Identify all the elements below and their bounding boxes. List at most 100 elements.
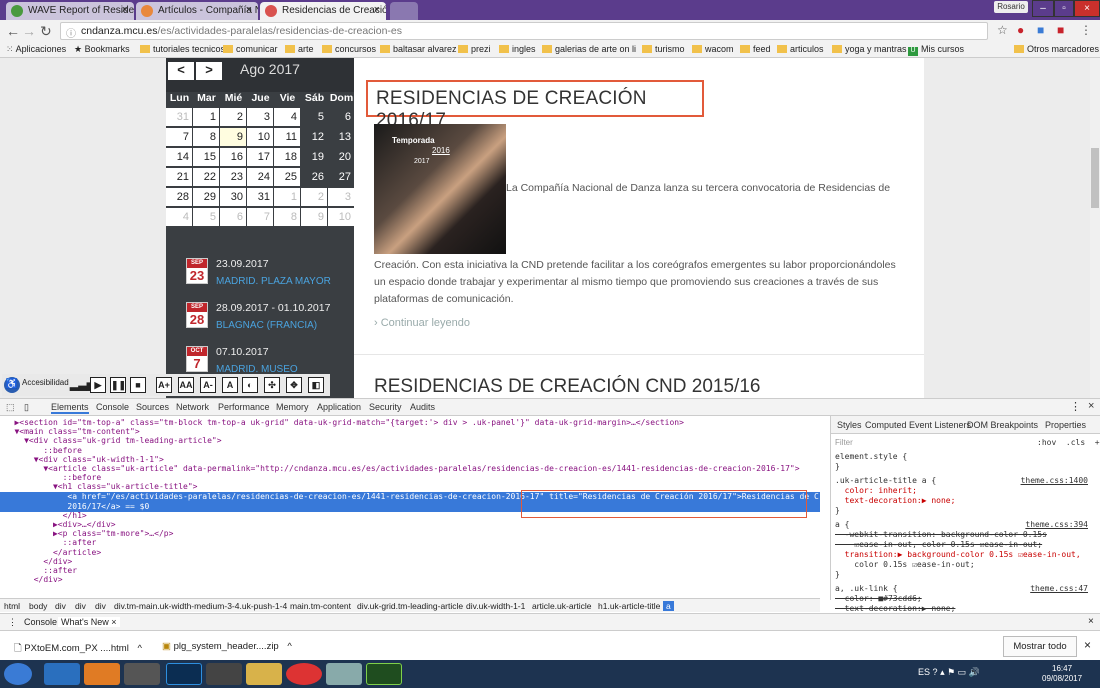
calendar-day[interactable]: 10 <box>247 128 273 146</box>
bookmark-folder[interactable]: wacom <box>692 44 734 54</box>
bookmark-folder[interactable]: yoga y mantras <box>832 44 907 54</box>
calendar-day[interactable]: 19 <box>301 148 327 166</box>
style-rule-line[interactable]: text-decoration:▶ none; <box>835 604 956 613</box>
font-increase-icon[interactable]: A+ <box>156 377 172 393</box>
stylesheet-link[interactable]: theme.css:1400 <box>1021 476 1088 485</box>
font-size-icon[interactable]: AA <box>178 377 194 393</box>
styles-filter-tools[interactable]: :hov .cls + <box>1037 438 1100 447</box>
photoshop-icon[interactable] <box>166 663 202 685</box>
user-profile-badge[interactable]: Rosario <box>994 1 1028 13</box>
breadcrumb-item[interactable]: div <box>55 601 66 611</box>
extension-badge-icon[interactable]: ■ <box>1057 23 1064 37</box>
bookmark-star-icon[interactable]: ☆ <box>997 23 1008 37</box>
tab-network[interactable]: Network <box>176 402 209 412</box>
stop-icon[interactable]: ■ <box>130 377 146 393</box>
stylesheet-link[interactable]: theme.css:394 <box>1025 520 1088 529</box>
breadcrumb-item[interactable]: div.tm-main.uk-width-medium-3-4.uk-push-… <box>114 601 287 611</box>
calendar-day[interactable]: 10 <box>328 208 354 226</box>
tab-performance[interactable]: Performance <box>218 402 270 412</box>
chevron-up-icon[interactable]: ^ <box>137 643 141 654</box>
calendar-day[interactable]: 16 <box>220 148 246 166</box>
event-item[interactable]: SEP 28 28.09.2017 - 01.10.2017 BLAGNAC (F… <box>186 302 354 338</box>
breadcrumb-item[interactable]: main.tm-content <box>290 601 351 611</box>
extension-icon[interactable]: ■ <box>1037 23 1044 37</box>
calendar-day[interactable]: 26 <box>301 168 327 186</box>
device-toggle-icon[interactable]: ▯ <box>24 402 29 413</box>
calendar-day[interactable]: 4 <box>274 108 300 126</box>
calendar-day[interactable]: 13 <box>328 128 354 146</box>
calendar-day[interactable]: 25 <box>274 168 300 186</box>
scrollbar-thumb[interactable] <box>1091 148 1099 208</box>
close-tab-icon[interactable]: × <box>374 4 380 16</box>
tab-properties[interactable]: Properties <box>1045 420 1086 430</box>
dom-node-line[interactable]: ▼<div class="uk-grid tm-leading-article"… <box>0 436 820 445</box>
style-rule-line[interactable]: color: ■#73cdd6; <box>835 594 922 603</box>
maximize-window-icon[interactable]: ▫ <box>1054 0 1074 17</box>
calendar-day[interactable]: 9 <box>220 128 246 146</box>
dom-node-line[interactable]: ▼<div class="uk-width-1-1"> <box>0 455 820 464</box>
dom-node-line[interactable]: </article> <box>0 548 820 557</box>
style-rule-line[interactable]: } <box>835 462 840 471</box>
close-downloads-icon[interactable]: × <box>1084 638 1091 652</box>
calendar-day[interactable]: 18 <box>274 148 300 166</box>
calendar-day[interactable]: 1 <box>274 188 300 206</box>
pause-icon[interactable]: ❚❚ <box>110 377 126 393</box>
tab-computed[interactable]: Computed <box>865 420 907 430</box>
bookmark-folder[interactable]: prezi <box>458 44 491 54</box>
calendar-day[interactable]: 31 <box>166 108 192 126</box>
event-item[interactable]: SEP 23 23.09.2017 MADRID. PLAZA MAYOR <box>186 258 354 294</box>
bookmark-folder[interactable]: articulos <box>777 44 824 54</box>
bookmark-mis-cursos[interactable]: U Mis cursos <box>908 44 964 56</box>
show-all-downloads-button[interactable]: Mostrar todo <box>1003 636 1077 657</box>
download-item[interactable]: ▣ plg_system_header....zip ^ <box>162 641 292 652</box>
calendar-day[interactable]: 28 <box>166 188 192 206</box>
dom-node-line[interactable]: ▶<p class="tm-more">…</p> <box>0 529 820 538</box>
style-rule-line[interactable]: ☑ease-in-out, color 0.15s ☑ease-in-out; <box>835 540 1042 549</box>
calendar-day[interactable]: 29 <box>193 188 219 206</box>
calendar-day[interactable]: 11 <box>274 128 300 146</box>
style-rule-line[interactable]: text-decoration:▶ none; <box>835 496 956 505</box>
calendar-day[interactable]: 15 <box>193 148 219 166</box>
calendar-day[interactable]: 8 <box>193 128 219 146</box>
breadcrumb-item[interactable]: html <box>4 601 20 611</box>
calendar-next-button[interactable]: > <box>196 62 222 80</box>
media-player-icon[interactable] <box>84 663 120 685</box>
dom-node-line[interactable]: ▶<div>…</div> <box>0 520 820 529</box>
calendar-day[interactable]: 8 <box>274 208 300 226</box>
chrome-icon[interactable] <box>286 663 322 685</box>
dom-node-line[interactable]: ::after <box>0 566 820 575</box>
breadcrumb-item[interactable]: div.uk-width-1-1 <box>466 601 525 611</box>
close-window-icon[interactable]: × <box>1074 0 1100 17</box>
chevron-up-icon[interactable]: ^ <box>287 641 291 652</box>
help-icon[interactable]: ? <box>933 667 938 677</box>
tab-audits[interactable]: Audits <box>410 402 435 412</box>
calendar-day[interactable]: 24 <box>247 168 273 186</box>
tab-console[interactable]: Console <box>96 402 129 412</box>
style-rule-line[interactable]: } <box>835 506 840 515</box>
calendar-day[interactable]: 12 <box>301 128 327 146</box>
tab-dom-breakpoints[interactable]: DOM Breakpoints <box>967 420 1038 430</box>
font-decrease-icon[interactable]: A- <box>200 377 216 393</box>
style-rule-line[interactable]: .uk-article-title a { <box>835 476 936 485</box>
blender-icon[interactable] <box>124 663 160 685</box>
reload-icon[interactable]: ↻ <box>40 23 52 40</box>
bookmark-folder[interactable]: arte <box>285 44 314 54</box>
calendar-day[interactable]: 22 <box>193 168 219 186</box>
style-rule-line[interactable]: element.style { <box>835 452 907 461</box>
event-place-link[interactable]: BLAGNAC (FRANCIA) <box>216 320 317 331</box>
tab-application[interactable]: Application <box>317 402 361 412</box>
event-place-link[interactable]: MADRID. PLAZA MAYOR <box>216 276 331 287</box>
back-icon[interactable]: ← <box>6 23 20 39</box>
browser-tab-articulos[interactable]: Artículos - Compañía Na × <box>136 2 258 20</box>
breadcrumb-item[interactable]: h1.uk-article-title <box>598 601 660 611</box>
tab-memory[interactable]: Memory <box>276 402 309 412</box>
browser-tab-residencias[interactable]: Residencias de Creación × <box>260 2 386 20</box>
breadcrumb-item[interactable]: a <box>663 601 674 611</box>
tray-arrows-icon[interactable]: ▴ ⚑ ▭ 🔊 <box>940 667 980 677</box>
bookmark-aplicaciones[interactable]: ⁙ Aplicaciones <box>6 44 66 55</box>
style-rule-line[interactable]: } <box>835 570 840 579</box>
calendar-day[interactable]: 2 <box>220 108 246 126</box>
calendar-day[interactable]: 3 <box>247 108 273 126</box>
expand-icon[interactable]: ✣ <box>264 377 280 393</box>
page-scrollbar[interactable] <box>1090 58 1100 398</box>
